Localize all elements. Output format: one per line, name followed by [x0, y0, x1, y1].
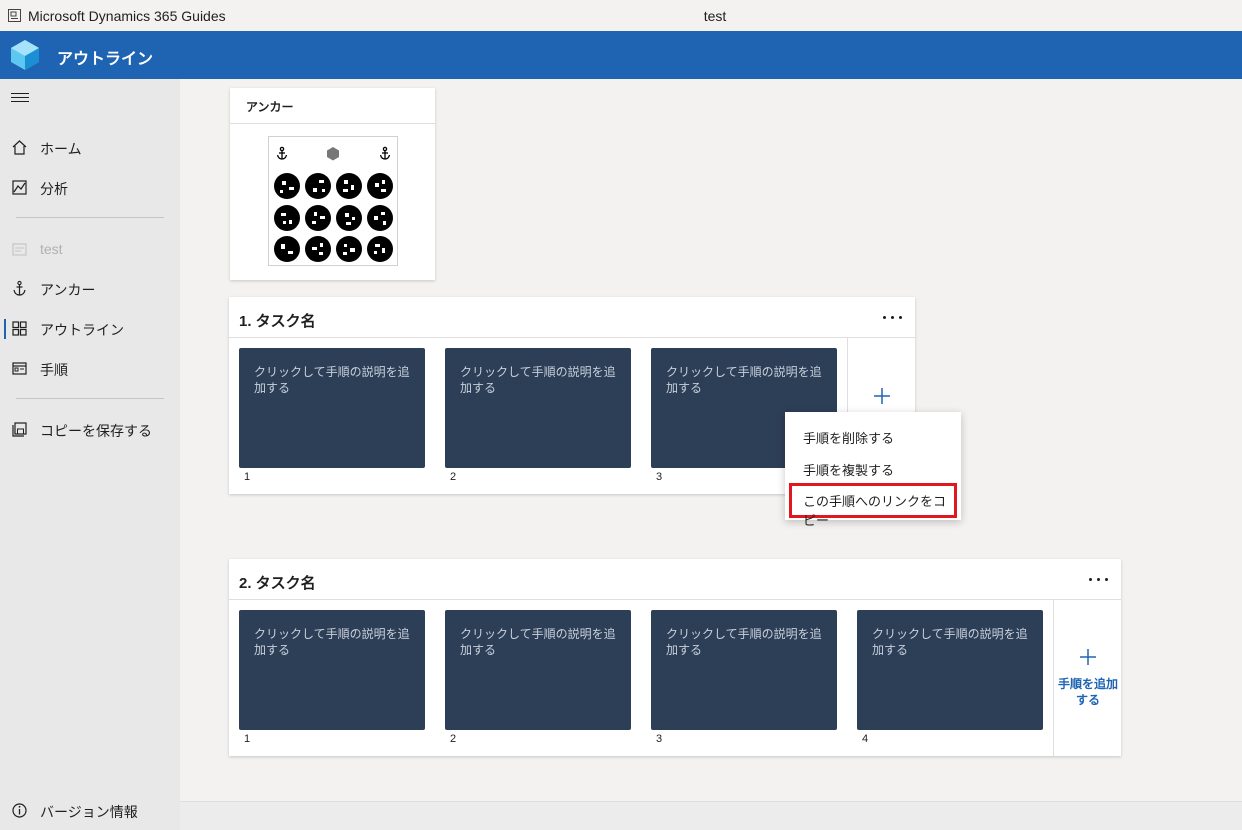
step-description: クリックして手順の説明を追加する [254, 365, 410, 395]
step-number: 2 [450, 733, 457, 745]
menu-item-duplicate-step[interactable]: 手順を複製する [785, 452, 961, 484]
step-context-menu: 手順を削除する 手順を複製する この手順へのリンクをコピー [785, 412, 961, 528]
sidebar-item-label: 分析 [40, 181, 68, 197]
guides-logo-icon [11, 40, 39, 70]
sidebar-item-anchor[interactable]: アンカー [0, 268, 180, 308]
document-title: test [703, 8, 727, 24]
step-tile[interactable]: クリックして手順の説明を追加する [239, 610, 425, 730]
add-step-button[interactable]: 手順を追加する [1053, 600, 1121, 756]
task-card-header: 1. タスク名 [229, 297, 915, 338]
step-tile[interactable]: クリックして手順の説明を追加する [445, 348, 631, 468]
sidebar-item-analytics[interactable]: 分析 [0, 167, 180, 207]
step-tile[interactable]: クリックして手順の説明を追加する [239, 348, 425, 468]
menu-item-delete-step[interactable]: 手順を削除する [785, 420, 961, 452]
about-label: バージョン情報 [40, 804, 138, 820]
step-number: 2 [450, 471, 457, 483]
sidebar-item-label: アウトライン [40, 322, 124, 338]
step-number: 1 [244, 733, 251, 745]
hamburger-menu-icon[interactable] [11, 93, 29, 107]
sidebar-item-label: 手順 [40, 362, 68, 378]
sidebar-item-label: コピーを保存する [40, 423, 152, 439]
step-description: クリックして手順の説明を追加する [666, 627, 822, 657]
sidebar-divider [16, 398, 164, 399]
plus-icon [874, 388, 890, 404]
sidebar-item-save-copy[interactable]: コピーを保存する [0, 409, 180, 449]
save-copy-icon [12, 422, 27, 437]
step-number: 3 [656, 733, 663, 745]
info-icon [12, 803, 27, 818]
guide-icon [12, 243, 27, 256]
page-title: アウトライン [57, 51, 154, 68]
step-tile[interactable]: クリックして手順の説明を追加する [651, 610, 837, 730]
app-header: アウトライン [0, 31, 1242, 79]
add-step-label: 手順を追加する [1057, 677, 1118, 707]
step-description: クリックして手順の説明を追加する [460, 365, 616, 395]
plus-icon [1080, 649, 1096, 665]
step-tile[interactable]: クリックして手順の説明を追加する [445, 610, 631, 730]
status-bar [180, 801, 1242, 830]
home-icon [12, 140, 27, 155]
step-description: クリックして手順の説明を追加する [872, 627, 1028, 657]
sidebar-item-label: アンカー [40, 282, 96, 298]
sidebar-item-about[interactable]: バージョン情報 [0, 790, 180, 830]
outline-canvas: アンカー 1. タスク名 クリックして手順の説明を追加する 1 クリックして手順… [180, 79, 1242, 801]
sidebar-item-label: test [40, 241, 63, 257]
step-number: 4 [862, 733, 869, 745]
steps-icon [12, 362, 27, 375]
menu-item-label: 手順を削除する [803, 431, 895, 446]
sidebar-item-outline[interactable]: アウトライン [0, 308, 180, 348]
analytics-icon [12, 180, 27, 195]
menu-item-copy-step-link[interactable]: この手順へのリンクをコピー [789, 483, 957, 528]
menu-item-label: この手順へのリンクをコピー [803, 494, 947, 528]
step-number: 1 [244, 471, 251, 483]
task-title[interactable]: 2. タスク名 [239, 572, 316, 593]
anchor-card: アンカー [230, 88, 435, 280]
anchor-card-header: アンカー [230, 88, 435, 124]
sidebar-divider [16, 217, 164, 218]
menu-item-label: 手順を複製する [803, 463, 895, 478]
sidebar: ホーム 分析 test アンカー アウトライン 手順 コピーを保存する バージョ… [0, 79, 180, 830]
outline-icon [12, 321, 27, 336]
task-card-2: 2. タスク名 クリックして手順の説明を追加する 1 クリックして手順の説明を追… [229, 559, 1121, 756]
task-title[interactable]: 1. タスク名 [239, 310, 316, 331]
step-description: クリックして手順の説明を追加する [460, 627, 616, 657]
task-card-header: 2. タスク名 [229, 559, 1121, 600]
anchor-image[interactable] [268, 136, 398, 266]
window-title-bar: Microsoft Dynamics 365 Guides test [0, 0, 1242, 31]
anchor-card-title: アンカー [246, 100, 294, 114]
anchor-marker-image [274, 146, 393, 262]
task-more-options-button[interactable] [880, 305, 906, 327]
sidebar-item-label: ホーム [40, 141, 82, 157]
task-more-options-button[interactable] [1086, 567, 1112, 589]
step-description: クリックして手順の説明を追加する [666, 365, 822, 395]
sidebar-item-home[interactable]: ホーム [0, 127, 180, 167]
step-number: 3 [656, 471, 663, 483]
sidebar-item-guide-test: test [0, 229, 180, 269]
anchor-icon [13, 280, 26, 296]
step-tile[interactable]: クリックして手順の説明を追加する [857, 610, 1043, 730]
sidebar-item-steps[interactable]: 手順 [0, 348, 180, 388]
step-description: クリックして手順の説明を追加する [254, 627, 410, 657]
